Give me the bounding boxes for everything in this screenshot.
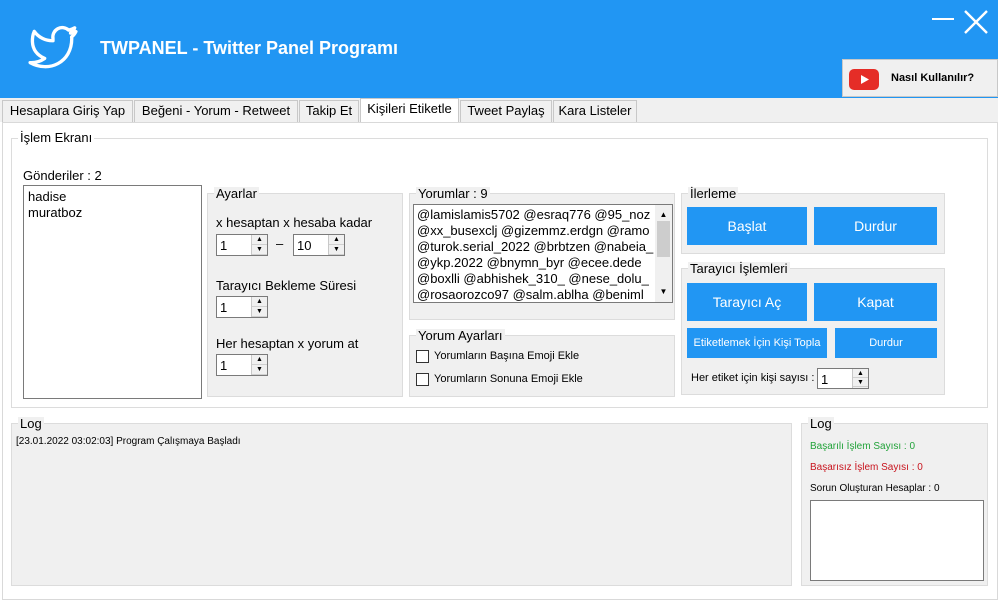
start-button[interactable]: Başlat bbox=[687, 207, 807, 245]
tab-content: İşlem Ekranı Gönderiler : 2 hadise murat… bbox=[2, 122, 998, 600]
tab-tweet-share[interactable]: Tweet Paylaş bbox=[460, 100, 552, 122]
scroll-down-icon[interactable]: ▼ bbox=[655, 284, 672, 300]
wait-value: 1 bbox=[220, 300, 228, 315]
spin-up-icon[interactable]: ▲ bbox=[329, 235, 344, 245]
comment-count-label: Her hesaptan x yorum at bbox=[216, 336, 359, 351]
app-title: TWPANEL - Twitter Panel Programı bbox=[100, 38, 399, 58]
tab-like-comment-retweet[interactable]: Beğeni - Yorum - Retweet bbox=[134, 100, 298, 122]
comment-line: @ykp.2022 @bnymn_byr @ecee.dede bbox=[417, 255, 642, 270]
tab-blacklists[interactable]: Kara Listeler bbox=[553, 100, 637, 122]
process-group-title: İşlem Ekranı bbox=[18, 130, 95, 145]
range-to-stepper[interactable]: 10 ▲ ▼ bbox=[293, 234, 345, 256]
comment-line: @xx_busexclj @gizemmz.erdgn @ramo bbox=[417, 223, 650, 238]
senders-label: Gönderiler : 2 bbox=[23, 168, 102, 183]
emoji-end-label: Yorumların Sonuna Emoji Ekle bbox=[434, 373, 583, 385]
range-to-value: 10 bbox=[297, 238, 312, 253]
twitter-bird-icon bbox=[28, 25, 78, 69]
problem-accounts-list[interactable] bbox=[810, 500, 984, 581]
progress-group: İlerleme Başlat Durdur bbox=[681, 187, 945, 254]
browser-ops-title: Tarayıcı İşlemleri bbox=[688, 261, 790, 276]
log-entry: [23.01.2022 03:02:03] Program Çalışmaya … bbox=[16, 436, 241, 447]
tab-strip: Hesaplara Giriş Yap Beğeni - Yorum - Ret… bbox=[0, 98, 998, 122]
tab-follow[interactable]: Takip Et bbox=[299, 100, 359, 122]
title-bar: TWPANEL - Twitter Panel Programı Nasıl K… bbox=[0, 0, 998, 98]
success-count: Başarılı İşlem Sayısı : 0 bbox=[810, 441, 916, 452]
senders-list[interactable]: hadise muratboz bbox=[23, 185, 202, 399]
comment-line: @boxlli @abhishek_310_ @nese_dolu_ bbox=[417, 271, 649, 286]
comment-line: @rosaorozco97 @salm.ablha @beniml bbox=[417, 287, 644, 302]
stop-button[interactable]: Durdur bbox=[814, 207, 937, 245]
spin-down-icon[interactable]: ▼ bbox=[252, 365, 267, 375]
wait-label: Tarayıcı Bekleme Süresi bbox=[216, 278, 357, 293]
emoji-start-label: Yorumların Başına Emoji Ekle bbox=[434, 350, 580, 362]
open-browser-button[interactable]: Tarayıcı Aç bbox=[687, 283, 807, 321]
spin-up-icon[interactable]: ▲ bbox=[252, 235, 267, 245]
youtube-play-icon bbox=[849, 69, 879, 90]
spin-down-icon[interactable]: ▼ bbox=[329, 245, 344, 255]
spin-up-icon[interactable]: ▲ bbox=[252, 355, 267, 365]
progress-group-title: İlerleme bbox=[688, 186, 739, 201]
sender-item[interactable]: muratboz bbox=[28, 205, 197, 221]
stats-log-title: Log bbox=[808, 416, 834, 431]
per-tag-value: 1 bbox=[821, 372, 829, 387]
collect-people-button[interactable]: Etiketlemek İçin Kişi Topla bbox=[687, 328, 827, 358]
comments-group-title: Yorumlar : 9 bbox=[416, 186, 490, 201]
comment-settings-group: Yorum Ayarları Yorumların Başına Emoji E… bbox=[409, 329, 675, 397]
wait-stepper[interactable]: 1 ▲ ▼ bbox=[216, 296, 268, 318]
spin-down-icon[interactable]: ▼ bbox=[853, 378, 868, 387]
close-browser-button[interactable]: Kapat bbox=[814, 283, 937, 321]
browser-ops-group: Tarayıcı İşlemleri Tarayıcı Aç Kapat Eti… bbox=[681, 262, 945, 395]
settings-group: Ayarlar x hesaptan x hesaba kadar 1 ▲ ▼ –… bbox=[207, 187, 403, 397]
range-label: x hesaptan x hesaba kadar bbox=[216, 215, 373, 230]
how-to-use-button[interactable]: Nasıl Kullanılır? bbox=[842, 59, 998, 97]
how-to-use-label: Nasıl Kullanılır? bbox=[891, 72, 975, 84]
comments-scrollbar[interactable]: ▲ ▼ bbox=[655, 205, 672, 302]
comment-count-stepper[interactable]: 1 ▲ ▼ bbox=[216, 354, 268, 376]
spin-down-icon[interactable]: ▼ bbox=[252, 245, 267, 255]
comment-line: @lamislamis5702 @esraq776 @95_noz bbox=[417, 207, 651, 222]
range-from-value: 1 bbox=[220, 238, 228, 253]
tab-login[interactable]: Hesaplara Giriş Yap bbox=[2, 100, 133, 122]
problem-accounts-label: Sorun Oluşturan Hesaplar : 0 bbox=[810, 483, 940, 494]
comment-line: @turok.serial_2022 @brbtzen @nabeia_ bbox=[417, 239, 654, 254]
comments-textbox[interactable]: @lamislamis5702 @esraq776 @95_noz @xx_bu… bbox=[413, 204, 673, 303]
settings-group-title: Ayarlar bbox=[214, 186, 259, 201]
emoji-end-checkbox[interactable] bbox=[416, 373, 429, 386]
range-from-stepper[interactable]: 1 ▲ ▼ bbox=[216, 234, 268, 256]
range-separator: – bbox=[276, 236, 284, 251]
spin-up-icon[interactable]: ▲ bbox=[853, 369, 868, 378]
spin-down-icon[interactable]: ▼ bbox=[252, 307, 267, 317]
fail-count: Başarısız İşlem Sayısı : 0 bbox=[810, 462, 923, 473]
scroll-thumb[interactable] bbox=[657, 221, 670, 257]
minimize-button[interactable] bbox=[932, 18, 954, 20]
comment-count-value: 1 bbox=[220, 358, 228, 373]
collect-stop-button[interactable]: Durdur bbox=[835, 328, 937, 358]
stats-log-group: Log Başarılı İşlem Sayısı : 0 Başarısız … bbox=[801, 417, 988, 586]
comment-settings-title: Yorum Ayarları bbox=[416, 328, 505, 343]
close-icon[interactable] bbox=[963, 9, 989, 35]
per-tag-stepper[interactable]: 1 ▲ ▼ bbox=[817, 368, 869, 389]
emoji-start-checkbox[interactable] bbox=[416, 350, 429, 363]
tab-tag-people[interactable]: Kişileri Etiketle bbox=[360, 98, 459, 122]
comments-group: Yorumlar : 9 @lamislamis5702 @esraq776 @… bbox=[409, 187, 675, 320]
spin-up-icon[interactable]: ▲ bbox=[252, 297, 267, 307]
per-tag-label: Her etiket için kişi sayısı : bbox=[691, 372, 815, 384]
log-group: Log [23.01.2022 03:02:03] Program Çalışm… bbox=[11, 417, 792, 586]
sender-item[interactable]: hadise bbox=[28, 189, 197, 205]
log-title: Log bbox=[18, 416, 44, 431]
